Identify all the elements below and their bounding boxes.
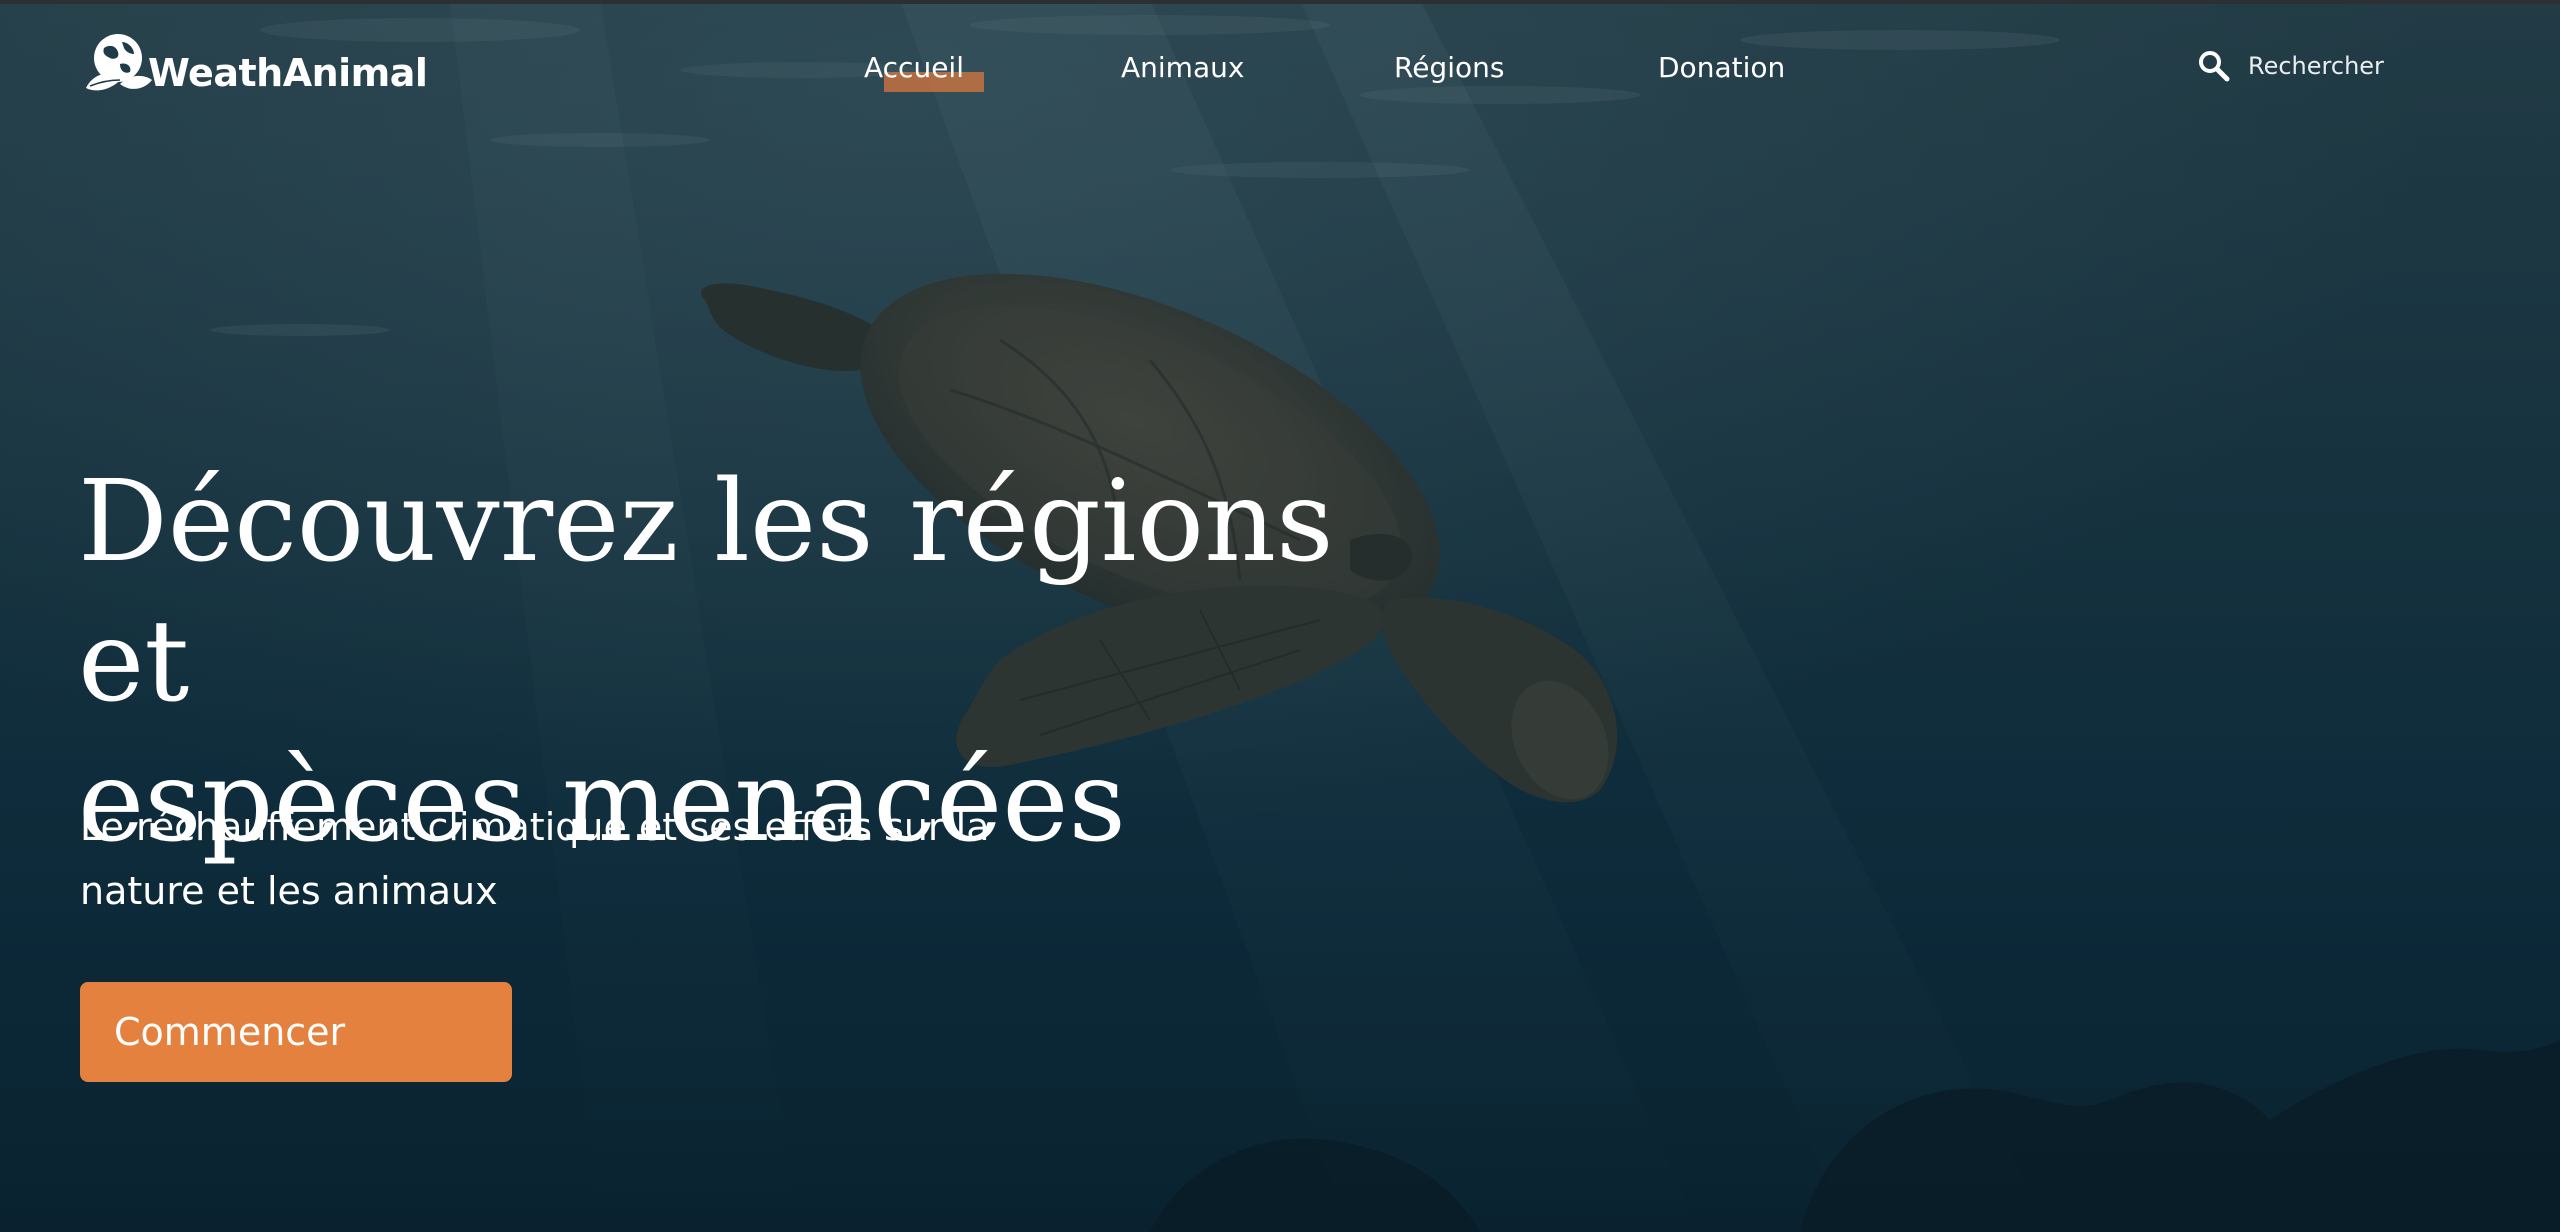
- window-top-border: [0, 0, 2560, 4]
- main-nav: Accueil Animaux Régions Donation: [0, 48, 2560, 92]
- nav-item-donation[interactable]: Donation: [1658, 48, 1785, 88]
- search-label: Rechercher: [2248, 52, 2384, 80]
- nav-item-animaux[interactable]: Animaux: [1121, 48, 1244, 88]
- search-button[interactable]: Rechercher: [2196, 46, 2384, 86]
- hero-subtitle-line-1: Le réchauffement climatique et ses effet…: [80, 805, 990, 849]
- nav-item-label: Donation: [1658, 51, 1786, 84]
- nav-item-label: Régions: [1394, 51, 1505, 84]
- hero-subtitle: Le réchauffement climatique et ses effet…: [80, 795, 1080, 923]
- start-button[interactable]: Commencer: [80, 982, 512, 1082]
- hero-title-line-1: Découvrez les régions et: [78, 457, 1334, 727]
- page: WeathAnimal Accueil Animaux Régions Dona…: [0, 0, 2560, 1232]
- hero-subtitle-line-2: nature et les animaux: [80, 869, 498, 913]
- nav-item-accueil[interactable]: Accueil: [864, 48, 984, 92]
- nav-item-label: Animaux: [1121, 51, 1245, 84]
- search-icon: [2199, 51, 2230, 82]
- nav-item-regions[interactable]: Régions: [1394, 48, 1504, 88]
- nav-item-label: Accueil: [864, 51, 964, 84]
